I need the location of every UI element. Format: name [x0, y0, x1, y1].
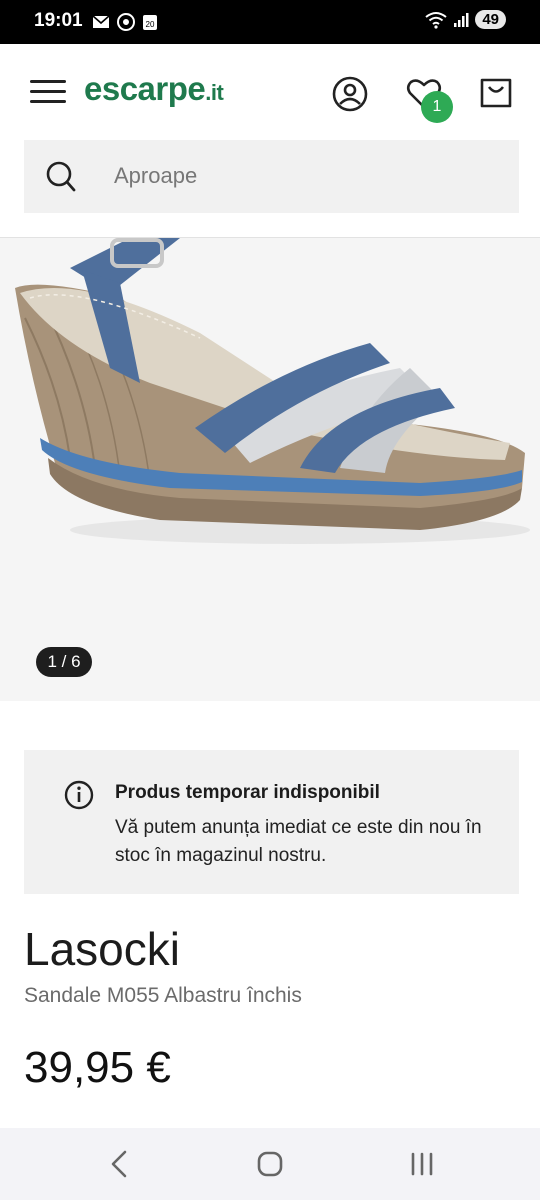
battery-level: 49 — [475, 10, 506, 29]
notice-body: Vă putem anunța imediat ce este din nou … — [115, 817, 482, 866]
logo-tld-text: .it — [205, 80, 224, 105]
search-placeholder: Aproape — [114, 163, 198, 188]
calendar-icon: 20 — [143, 15, 157, 30]
menu-bar-icon — [30, 90, 66, 93]
product-brand: Lasocki — [24, 923, 180, 975]
mail-icon — [92, 15, 110, 28]
status-time: 19:01 — [34, 10, 83, 31]
account-button[interactable] — [330, 74, 370, 114]
user-icon — [332, 76, 368, 112]
availability-notice: Produs temporar indisponibil Vă putem an… — [24, 750, 519, 894]
product-image — [15, 238, 530, 544]
logo-main-text: escarpe — [84, 70, 206, 107]
notice-title: Produs temporar indisponibil — [115, 782, 380, 803]
gallery-counter: 1 / 6 — [36, 647, 92, 677]
notification-icons: 20 — [92, 12, 158, 32]
status-bar: 19:01 20 49 — [0, 0, 540, 44]
info-icon — [64, 780, 94, 810]
hamburger-menu-button[interactable] — [30, 80, 66, 106]
product-image-gallery[interactable] — [0, 238, 540, 701]
product-price: 39,95 € — [24, 1043, 171, 1092]
shopping-bag-icon — [480, 78, 512, 108]
menu-bar-icon — [30, 80, 66, 83]
wifi-icon — [425, 11, 447, 29]
signal-icon — [454, 12, 469, 27]
chevron-left-icon — [111, 1150, 127, 1178]
system-icons: 49 — [425, 10, 506, 29]
site-logo[interactable]: escarpe.it — [84, 70, 224, 108]
home-button[interactable] — [250, 1148, 290, 1180]
svg-text:20: 20 — [146, 20, 155, 29]
home-circle-icon — [257, 1151, 283, 1177]
wishlist-count-badge: 1 — [421, 91, 453, 123]
product-name: Sandale M055 Albastru închis — [24, 984, 302, 1007]
search-input[interactable]: Aproape — [24, 140, 519, 213]
system-navigation-bar — [0, 1128, 540, 1200]
site-header: escarpe.it 1 — [0, 44, 540, 140]
cart-button[interactable] — [476, 74, 516, 114]
recent-apps-icon — [411, 1152, 433, 1176]
whatsapp-icon — [117, 13, 135, 31]
search-icon — [46, 161, 76, 192]
menu-bar-icon — [30, 100, 66, 103]
back-button[interactable] — [100, 1148, 140, 1180]
recent-apps-button[interactable] — [402, 1148, 442, 1180]
